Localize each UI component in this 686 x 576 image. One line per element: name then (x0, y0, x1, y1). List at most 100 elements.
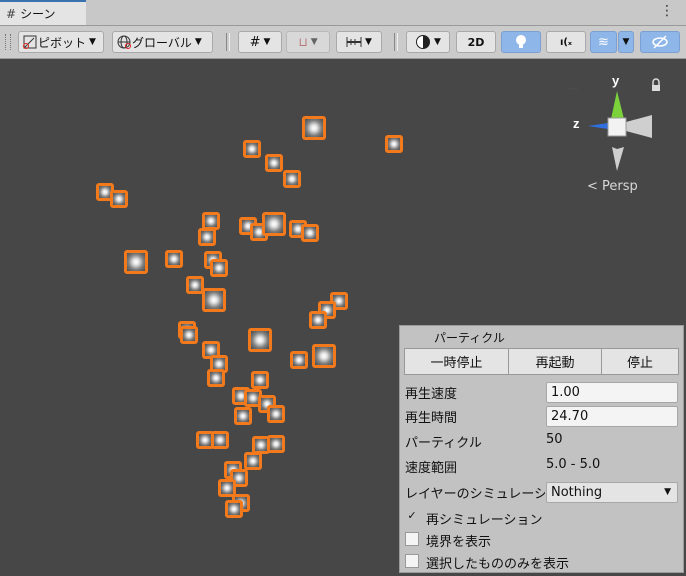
global-dropdown[interactable]: グローバル ▼ (112, 31, 213, 53)
particle-sprite[interactable] (211, 431, 229, 449)
stop-button[interactable]: 停止 (601, 348, 679, 375)
playback-speed-label: 再生速度 (405, 387, 458, 402)
particle-sprite[interactable] (234, 407, 252, 425)
particle-sprite[interactable] (202, 288, 226, 312)
pivot-label: ピボット (38, 35, 87, 50)
simulate-layers-value: Nothing (551, 485, 603, 500)
particle-sprite[interactable] (248, 328, 272, 352)
draw-mode-dropdown[interactable]: ▼ (406, 31, 450, 53)
camera-mode-text: Persp (602, 179, 638, 194)
simulate-layers-label: レイヤーのシミュレーショ (405, 487, 545, 502)
particle-sprite[interactable] (251, 371, 269, 389)
toolbar-divider (226, 33, 230, 51)
resimulation-checkbox[interactable]: ✓ (405, 510, 419, 524)
particle-sprite[interactable] (180, 326, 198, 344)
playback-speed-field[interactable]: 1.00 (546, 382, 678, 403)
gizmo-z-label: z (573, 116, 580, 131)
speed-range-value: 5.0 - 5.0 (546, 457, 601, 472)
audio-mute-icon: ı(ₓ (559, 36, 573, 48)
playback-time-label: 再生時間 (405, 411, 458, 426)
particle-sprite[interactable] (110, 190, 128, 208)
particle-sprite[interactable] (302, 116, 326, 140)
magnet-icon: ⊔ (298, 35, 308, 49)
orientation-gizmo[interactable]: y z (568, 71, 668, 171)
restart-button[interactable]: 再起動 (508, 348, 602, 375)
toolbar-divider (394, 33, 398, 51)
particles-count: 50 (546, 432, 563, 447)
grid-snap-icon: # (249, 34, 261, 50)
playback-time-field[interactable]: 24.70 (546, 406, 678, 427)
particle-sprite[interactable] (225, 500, 243, 518)
panel-title: パーティクル (434, 331, 505, 345)
resimulation-label: 再シミュレーション (426, 513, 543, 528)
chevron-down-icon: ▼ (622, 37, 630, 47)
particle-sprite[interactable] (124, 250, 148, 274)
perspective-icon: < (587, 179, 598, 194)
gizmo-z-axis[interactable] (588, 123, 608, 129)
grid-icon: # (6, 6, 17, 21)
mode-2d-button[interactable]: 2D (456, 31, 496, 53)
chevron-down-icon: ▼ (89, 37, 96, 47)
particle-sprite[interactable] (165, 250, 183, 268)
mode-2d-label: 2D (467, 35, 485, 49)
particle-sprite[interactable] (265, 154, 283, 172)
pivot-dropdown[interactable]: ピボット ▼ (18, 31, 104, 53)
pause-button[interactable]: 一時停止 (404, 348, 509, 375)
particle-sprite[interactable] (301, 224, 319, 242)
particle-sprite[interactable] (309, 311, 327, 329)
scene-toolbar: ピボット ▼ グローバル ▼ # ▼ ⊔ ▼ ▼ ▼ 2D ı(ₓ ≋ ▼ (0, 26, 686, 59)
particle-sprite[interactable] (290, 351, 308, 369)
gizmo-neg-y-axis[interactable] (612, 147, 624, 171)
pause-label: 一時停止 (430, 356, 483, 371)
particle-sprite[interactable] (207, 369, 225, 387)
chevron-down-icon: ▼ (263, 37, 271, 47)
particle-sprite[interactable] (244, 452, 262, 470)
gizmo-y-label: y (612, 73, 620, 88)
audio-toggle[interactable]: ı(ₓ (546, 31, 586, 53)
grid-snap-dropdown[interactable]: # ▼ (238, 31, 282, 53)
particle-sprite[interactable] (312, 344, 336, 368)
show-bounds-label: 境界を表示 (426, 535, 492, 550)
effects-dropdown[interactable]: ▼ (618, 31, 634, 53)
shading-sphere-icon (416, 35, 431, 49)
toolbar-grip[interactable] (5, 34, 11, 50)
particle-sprite[interactable] (262, 212, 286, 236)
particle-sprite[interactable] (210, 259, 228, 277)
show-bounds-checkbox[interactable] (405, 532, 419, 546)
restart-label: 再起動 (535, 356, 575, 371)
particles-label: パーティクル (405, 436, 482, 451)
chevron-down-icon: ▼ (664, 487, 671, 497)
tab-bar: # シーン ⋮ (0, 0, 686, 26)
eye-slash-icon (652, 35, 668, 49)
more-options-icon[interactable]: ⋮ (660, 3, 674, 19)
increment-snap-dropdown[interactable]: ⊔ ▼ (286, 31, 330, 53)
gizmo-y-axis[interactable] (611, 91, 624, 119)
chevron-down-icon: ▼ (310, 37, 318, 47)
chevron-down-icon: ▼ (194, 37, 202, 47)
global-label: グローバル (132, 35, 192, 50)
tab-scene[interactable]: # シーン (0, 0, 86, 25)
pivot-icon (23, 35, 37, 49)
particle-sprite[interactable] (267, 435, 285, 453)
lighting-toggle[interactable] (501, 31, 541, 53)
chevron-down-icon: ▼ (365, 37, 372, 47)
particle-sprite[interactable] (267, 405, 285, 423)
particle-sprite[interactable] (243, 140, 261, 158)
effects-toggle[interactable]: ≋ (590, 31, 617, 53)
hidden-objects-toggle[interactable] (640, 31, 680, 53)
gizmo-center-cube[interactable] (607, 117, 627, 137)
camera-mode-label[interactable]: < Persp (587, 179, 638, 194)
gizmo-neg-x-axis[interactable] (626, 115, 652, 138)
particle-sprite[interactable] (283, 170, 301, 188)
particle-sprite[interactable] (385, 135, 403, 153)
show-only-selected-checkbox[interactable] (405, 554, 419, 568)
show-only-selected-label: 選択したもののみを表示 (426, 557, 570, 572)
globe-icon (117, 35, 131, 49)
snapping-dropdown[interactable]: ▼ (336, 31, 382, 53)
simulate-layers-dropdown[interactable]: Nothing ▼ (546, 482, 678, 503)
lock-icon[interactable] (652, 85, 660, 91)
speed-range-label: 速度範囲 (405, 461, 458, 476)
tab-scene-label: シーン (20, 7, 56, 21)
stop-label: 停止 (626, 356, 653, 371)
particle-sprite[interactable] (198, 228, 216, 246)
